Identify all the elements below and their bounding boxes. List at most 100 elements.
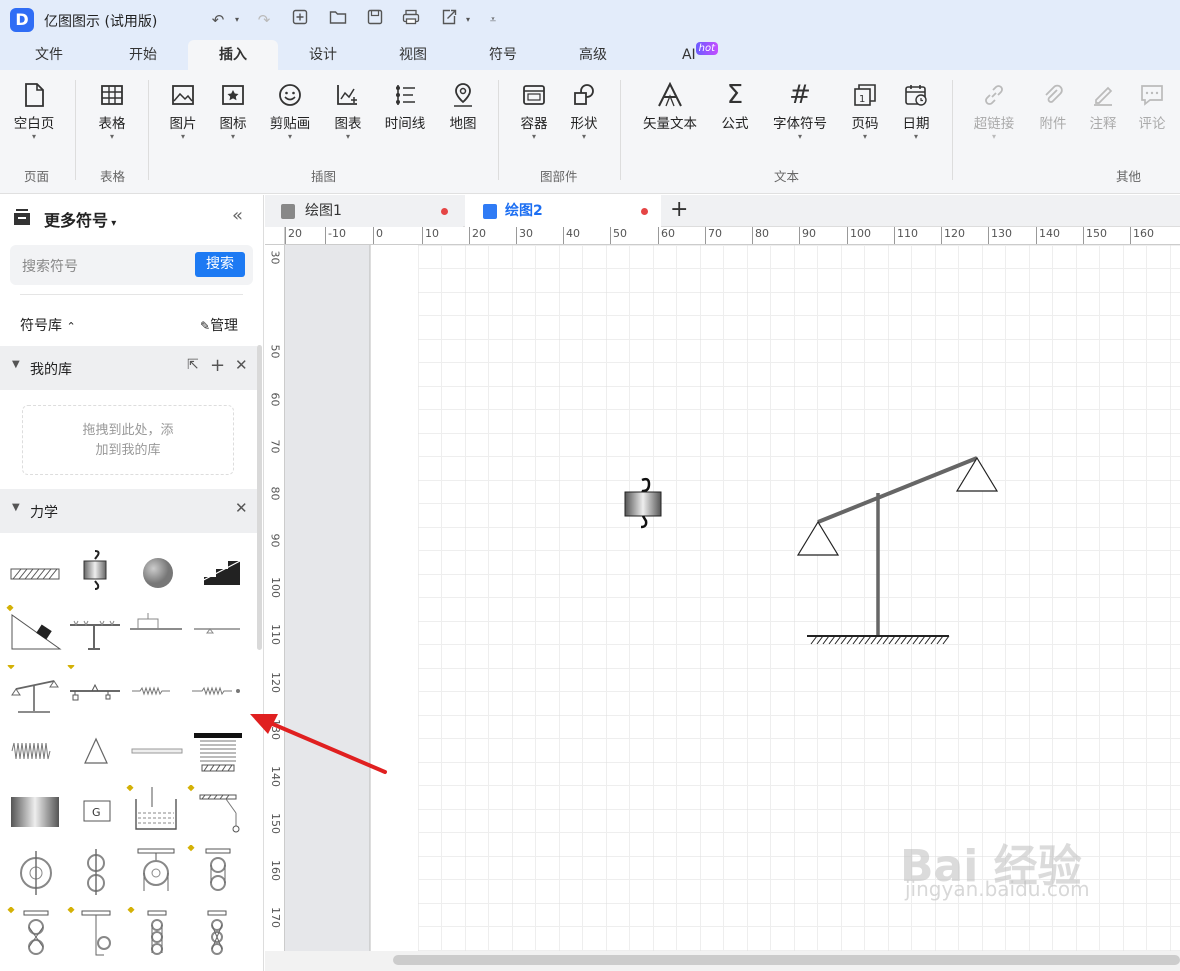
- search-input[interactable]: 搜索符号: [22, 256, 78, 276]
- collapse-panel-icon[interactable]: «: [232, 205, 243, 226]
- attachment-button[interactable]: 附件: [1025, 78, 1081, 132]
- symbol-pulley-block[interactable]: [186, 844, 244, 897]
- symbol-pendulum[interactable]: [186, 784, 244, 837]
- symbol-incline-block[interactable]: [6, 604, 64, 657]
- symbol-lever-beam[interactable]: [186, 605, 244, 657]
- tab-file[interactable]: 文件: [18, 40, 80, 70]
- panel-title[interactable]: 更多符号 ▾: [44, 207, 116, 231]
- container-button[interactable]: 容器 ▾: [506, 78, 562, 142]
- symbol-spring-small[interactable]: [126, 665, 184, 717]
- table-button[interactable]: 表格 ▾: [84, 78, 140, 142]
- panel-scrollbar[interactable]: [257, 345, 262, 650]
- ruler-tick: 150: [1083, 227, 1107, 244]
- timeline-button[interactable]: 时间线: [377, 78, 433, 132]
- symbol-pulley-system-4[interactable]: [186, 907, 244, 959]
- symbol-stair-slope[interactable]: [186, 545, 244, 597]
- tab-design[interactable]: 设计: [292, 40, 354, 70]
- doc-tab-2[interactable]: 绘图2: [465, 195, 661, 227]
- redo-icon[interactable]: ↷: [253, 9, 275, 31]
- undo-dropdown-icon[interactable]: ▾: [226, 9, 248, 31]
- page-margin: [285, 245, 370, 951]
- new-icon[interactable]: [289, 9, 311, 31]
- blank-page-button[interactable]: 空白页 ▾: [6, 78, 62, 142]
- import-icon[interactable]: ⇱: [187, 357, 199, 373]
- unsaved-dot-icon: [641, 208, 648, 215]
- close-icon[interactable]: ✕: [235, 356, 248, 374]
- symbol-g-block[interactable]: G: [66, 785, 124, 837]
- mechanics-header[interactable]: ▼ 力学 ✕: [0, 489, 257, 533]
- symbol-pulley-single[interactable]: [6, 845, 64, 897]
- symbol-pulley-system-2[interactable]: [66, 906, 124, 959]
- manage-button[interactable]: ✎管理: [200, 315, 238, 335]
- symbol-spring-damper[interactable]: [186, 665, 244, 717]
- symbol-panel: 更多符号 ▾ « 搜索符号 搜索 符号库 ⌃ ✎管理 ▼ 我的库 ⇱ + ✕ 拖…: [0, 195, 264, 971]
- hyperlink-button[interactable]: 超链接 ▾: [966, 78, 1022, 142]
- symbol-rod[interactable]: [126, 725, 184, 777]
- image-button[interactable]: 图片 ▾: [155, 78, 211, 142]
- tab-advanced[interactable]: 高级: [562, 40, 624, 70]
- tab-view[interactable]: 视图: [382, 40, 444, 70]
- formula-button[interactable]: Σ 公式: [707, 78, 763, 132]
- close-icon[interactable]: ✕: [235, 499, 248, 517]
- tab-symbol[interactable]: 符号: [472, 40, 534, 70]
- ruler-tick: 90: [268, 533, 282, 548]
- ruler-tick: 130: [988, 227, 1012, 244]
- ruler-corner: [265, 227, 285, 245]
- manage-label: 管理: [210, 318, 239, 334]
- open-icon[interactable]: [327, 9, 349, 31]
- print-icon[interactable]: [400, 9, 422, 31]
- page-edge: [370, 245, 418, 951]
- horizontal-scrollbar[interactable]: [393, 955, 1180, 965]
- symbol-compressed-spring[interactable]: [186, 725, 244, 777]
- add-tab-button[interactable]: +: [670, 197, 688, 222]
- add-icon[interactable]: +: [210, 355, 225, 376]
- comment-button[interactable]: 评论: [1124, 78, 1180, 132]
- font-symbol-button[interactable]: # 字体符号 ▾: [766, 78, 834, 142]
- tab-home[interactable]: 开始: [112, 40, 174, 70]
- symbol-balance-scale[interactable]: [6, 662, 64, 717]
- doc-tab-1[interactable]: 绘图1: [265, 195, 463, 227]
- symbol-water-tank[interactable]: [126, 784, 184, 837]
- symbol-triangle-support[interactable]: [66, 725, 124, 777]
- symbol-lever-weights[interactable]: [66, 662, 124, 717]
- shape-button[interactable]: 形状 ▾: [556, 78, 612, 142]
- icon-button[interactable]: 图标 ▾: [205, 78, 261, 142]
- tab-insert[interactable]: 插入: [188, 40, 278, 70]
- export-dropdown-icon[interactable]: ▾: [457, 9, 479, 31]
- symbol-truss-beam[interactable]: [66, 605, 124, 657]
- symbol-coil-spring[interactable]: [6, 725, 64, 777]
- symbol-gradient-block[interactable]: [6, 785, 64, 837]
- map-button[interactable]: 地图: [435, 78, 491, 132]
- symbol-library-toggle[interactable]: 符号库 ⌃: [20, 315, 76, 335]
- annotation-button[interactable]: 注释: [1075, 78, 1131, 132]
- date-icon: [888, 78, 944, 112]
- date-button[interactable]: 日期 ▾: [888, 78, 944, 142]
- vector-text-button[interactable]: 矢量文本: [636, 78, 704, 132]
- save-icon[interactable]: [364, 9, 386, 31]
- chevron-down-icon: ▾: [913, 132, 918, 141]
- chart-button[interactable]: 图表 ▾: [320, 78, 376, 142]
- clipart-icon: [262, 78, 318, 112]
- symbol-pulley-double[interactable]: [66, 845, 124, 897]
- document-icon: [483, 204, 497, 219]
- symbol-hanging-weight[interactable]: [66, 545, 124, 597]
- page-number-button[interactable]: 1 页码 ▾: [837, 78, 893, 142]
- my-library-header[interactable]: ▼ 我的库 ⇱ + ✕: [0, 346, 257, 390]
- tab-ai[interactable]: AI hot: [665, 40, 735, 70]
- my-library-drop-zone[interactable]: 拖拽到此处，添 加到我的库: [22, 405, 234, 475]
- symbol-pulley-fixed[interactable]: [126, 845, 184, 897]
- chevron-up-icon: ⌃: [66, 320, 76, 333]
- clipart-button[interactable]: 剪贴画 ▾: [262, 78, 318, 142]
- more-icon[interactable]: ⩡: [482, 9, 504, 31]
- search-button[interactable]: 搜索: [195, 252, 245, 277]
- symbol-simple-beam[interactable]: [126, 605, 184, 657]
- table-icon: [84, 78, 140, 112]
- symbol-pulley-system-1[interactable]: [6, 906, 64, 959]
- symbol-hatched-ground[interactable]: [6, 545, 64, 597]
- symbol-pulley-system-3[interactable]: [126, 906, 184, 959]
- symbol-ball[interactable]: [126, 545, 184, 597]
- drawing-page[interactable]: Bai 经验 jingyan.baidu.com: [285, 245, 1180, 951]
- watermark-url: jingyan.baidu.com: [905, 877, 1090, 901]
- annotation-icon: [1075, 78, 1131, 112]
- caret-down-icon: ▼: [12, 359, 20, 370]
